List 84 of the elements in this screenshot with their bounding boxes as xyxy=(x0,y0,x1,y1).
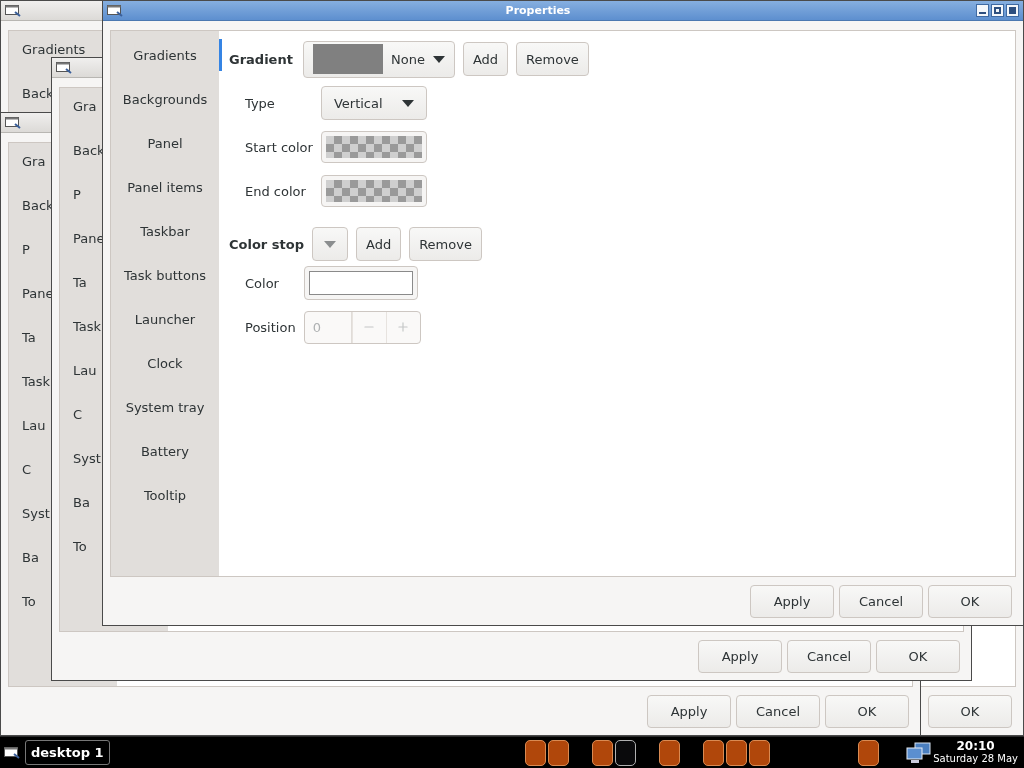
sidebar-tab[interactable]: Backgrounds xyxy=(111,77,219,121)
add-button[interactable]: Add xyxy=(356,227,402,261)
sidebar-tab[interactable]: Tooltip xyxy=(111,473,219,517)
remove-button[interactable]: Remove xyxy=(516,42,589,76)
sidebar-tab[interactable]: Panel xyxy=(111,121,219,165)
sidebar-tab[interactable]: Battery xyxy=(111,429,219,473)
type-dropdown[interactable]: Vertical xyxy=(320,86,427,120)
sidebar-item[interactable]: Gra xyxy=(22,155,46,169)
sidebar-item[interactable]: C xyxy=(73,408,83,422)
dialog-button[interactable]: Apply xyxy=(647,694,731,728)
sidebar-item[interactable]: Lau xyxy=(22,419,46,433)
section-label: Color stop xyxy=(229,236,304,252)
field-label: End color xyxy=(245,183,307,199)
dialog-button[interactable]: OK xyxy=(876,639,960,673)
dialog-button[interactable]: OK xyxy=(825,694,909,728)
field-label: Start color xyxy=(245,139,313,155)
sidebar-item[interactable]: Lau xyxy=(73,364,97,378)
caret-icon xyxy=(324,240,336,248)
sidebar-item[interactable]: Ta xyxy=(73,276,87,290)
sidebar-item[interactable]: Gra xyxy=(73,100,97,114)
sidebar-tab[interactable]: Clock xyxy=(111,341,219,385)
sidebar-item[interactable]: To xyxy=(22,595,36,609)
dialog-button[interactable]: Apply xyxy=(750,584,834,618)
dialog-button[interactable]: Cancel xyxy=(839,584,923,618)
sidebar-item[interactable]: Ta xyxy=(22,331,36,345)
dialog-button[interactable]: Apply xyxy=(698,639,782,673)
task-button[interactable] xyxy=(702,739,724,766)
caret-icon xyxy=(401,99,414,107)
window-icon xyxy=(5,116,22,129)
sidebar-tab[interactable]: Launcher xyxy=(111,297,219,341)
minimize-button[interactable] xyxy=(976,4,989,17)
close-button[interactable] xyxy=(1006,4,1019,17)
network-icon xyxy=(905,741,932,764)
sidebar-item[interactable]: Task xyxy=(73,320,102,334)
task-button[interactable] xyxy=(725,739,747,766)
color-swatch-button[interactable] xyxy=(320,131,427,163)
sidebar-item[interactable]: Syst xyxy=(22,507,50,521)
stop-dropdown[interactable] xyxy=(312,227,348,261)
sidebar-item[interactable]: Ba xyxy=(22,551,39,565)
task-button[interactable] xyxy=(591,739,613,766)
remove-button[interactable]: Remove xyxy=(409,227,482,261)
window-icon xyxy=(5,4,22,17)
task-button[interactable] xyxy=(614,739,636,766)
sidebar-tab[interactable]: Gradients xyxy=(111,33,219,77)
clock-date: Saturday 28 May xyxy=(933,753,1018,765)
sidebar-tab[interactable]: Taskbar xyxy=(111,209,219,253)
sidebar-item[interactable]: Syst xyxy=(73,452,101,466)
dialog-button[interactable]: OK xyxy=(928,584,1012,618)
sidebar-tab[interactable]: System tray xyxy=(111,385,219,429)
clock-time: 20:10 xyxy=(956,740,995,753)
sidebar-item[interactable]: P xyxy=(73,188,81,202)
sidebar-item[interactable]: To xyxy=(73,540,87,554)
sidebar-item[interactable]: C xyxy=(22,463,32,477)
caret-icon xyxy=(432,55,445,63)
color-swatch-button[interactable] xyxy=(320,175,427,207)
task-button[interactable] xyxy=(658,739,680,766)
gradient-swatch xyxy=(313,44,383,74)
window-icon xyxy=(107,4,124,17)
task-button[interactable] xyxy=(748,739,770,766)
desktop-pager[interactable]: desktop 1 xyxy=(25,740,110,765)
sidebar-item[interactable]: Gradients xyxy=(22,43,86,57)
task-button[interactable] xyxy=(857,739,879,766)
task-button[interactable] xyxy=(547,739,569,766)
section-label: Gradient xyxy=(229,51,294,67)
window-title: Properties xyxy=(504,4,572,17)
dialog-button[interactable]: OK xyxy=(928,694,1012,728)
maximize-button[interactable] xyxy=(991,4,1004,17)
window-icon xyxy=(4,746,21,759)
sidebar-tab[interactable]: Task buttons xyxy=(111,253,219,297)
sidebar-item[interactable]: Ba xyxy=(73,496,90,510)
color-button[interactable] xyxy=(303,266,418,300)
field-label: Type xyxy=(245,95,276,111)
sidebar-item[interactable]: Task xyxy=(22,375,51,389)
dialog-button[interactable]: Cancel xyxy=(736,694,820,728)
window-icon xyxy=(56,61,73,74)
sidebar-item[interactable]: P xyxy=(22,243,30,257)
field-label: Position xyxy=(245,319,296,335)
gradient-dropdown[interactable]: None xyxy=(303,40,455,78)
task-button[interactable] xyxy=(524,739,546,766)
plus-icon xyxy=(396,320,411,334)
dialog-button[interactable]: Cancel xyxy=(787,639,871,673)
field-label: Color xyxy=(245,275,280,291)
sidebar-tab[interactable]: Panel items xyxy=(111,165,219,209)
add-button[interactable]: Add xyxy=(462,42,509,76)
